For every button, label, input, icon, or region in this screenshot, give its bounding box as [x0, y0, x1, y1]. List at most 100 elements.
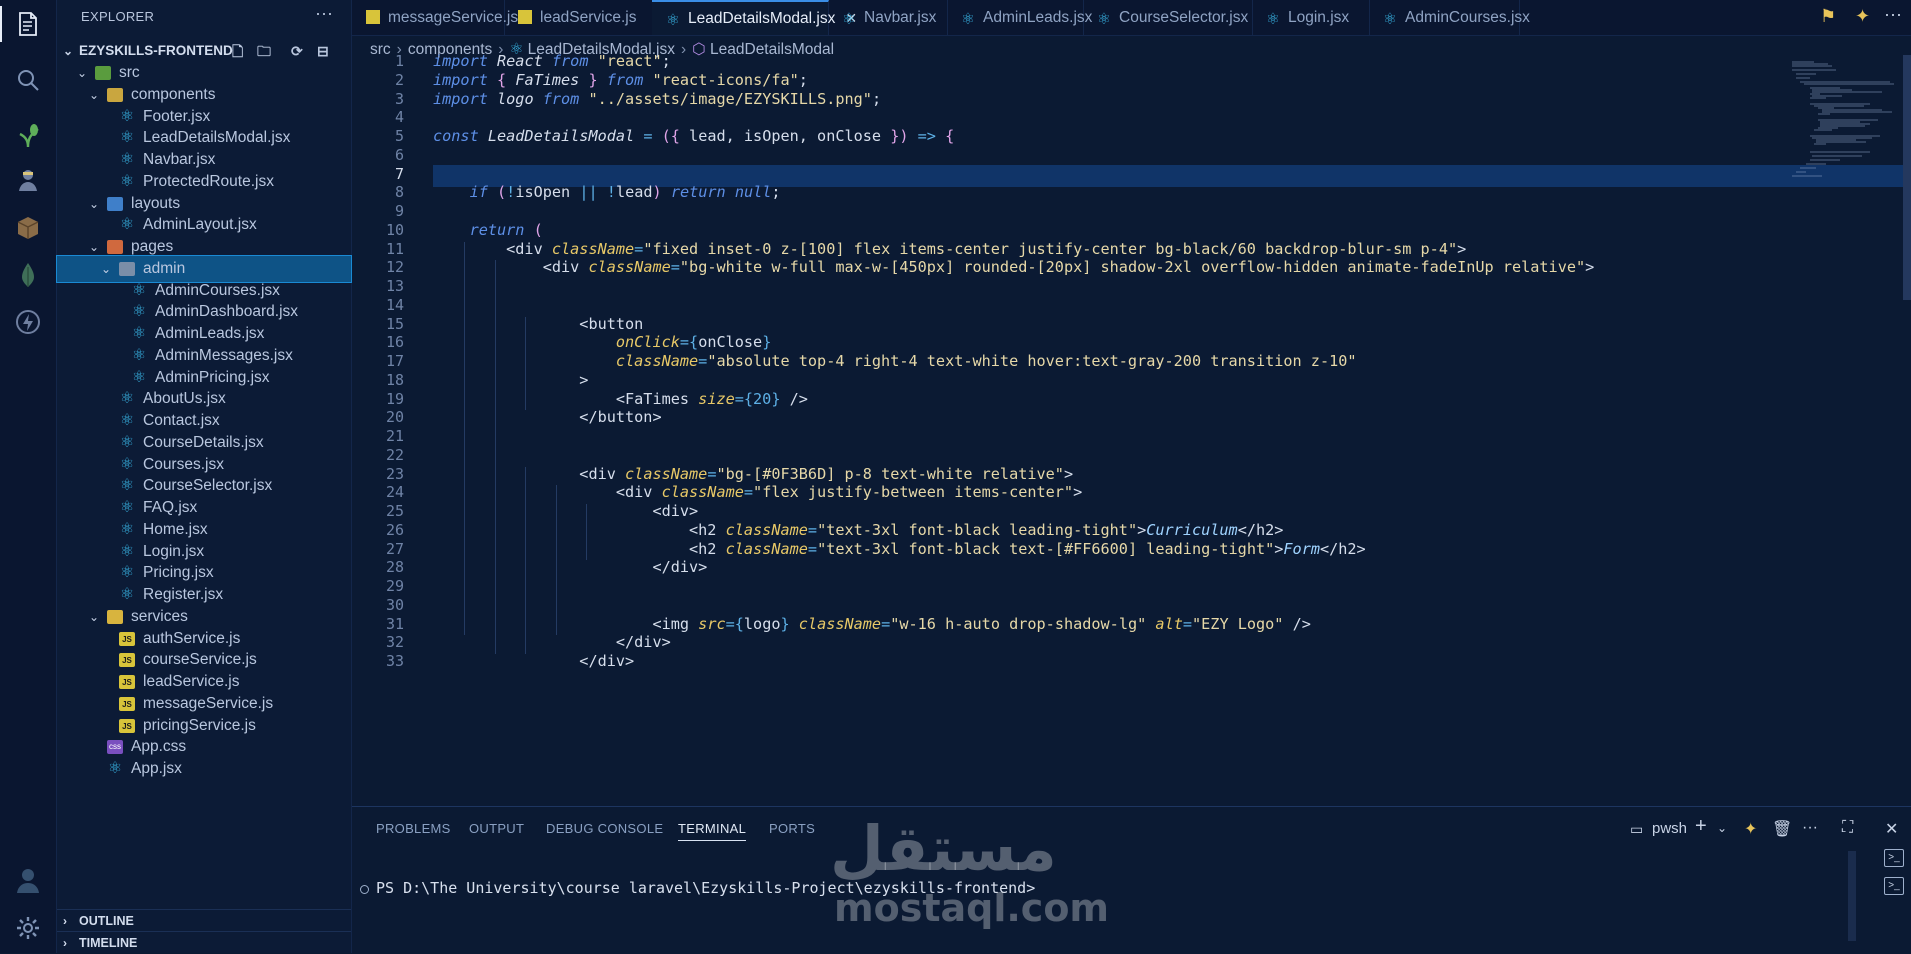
code-token: ! — [606, 183, 616, 202]
watermark-text: mostaql.com — [834, 886, 1110, 930]
line-number: 28 — [385, 558, 404, 577]
tab-terminal[interactable]: TERMINAL — [678, 821, 747, 841]
code-token: /> — [1283, 614, 1311, 633]
tab-problems[interactable]: PROBLEMS — [376, 821, 451, 836]
react-icon: ⚛ — [119, 107, 135, 125]
extensions-icon[interactable] — [8, 208, 48, 248]
code-line: <FaTimes size={20} /> — [433, 390, 808, 408]
line-number: 27 — [385, 539, 404, 558]
react-icon: ⚛ — [131, 281, 147, 299]
editor-tab[interactable]: leadService.js — [504, 0, 653, 35]
agent-icon[interactable] — [8, 160, 48, 200]
editor-tab[interactable]: ⚛ CourseSelector.jsx — [1083, 0, 1253, 35]
tab-ports[interactable]: PORTS — [769, 821, 815, 836]
code-token: lead — [615, 183, 653, 202]
folder-icon — [107, 609, 123, 624]
code-token: lead, isOpen, onClose — [689, 127, 891, 145]
react-icon: ⚛ — [666, 12, 680, 29]
editor-tab[interactable]: ⚛ LeadDetailsModal.jsx ✕ — [652, 0, 857, 35]
line-number: 12 — [385, 258, 404, 277]
code-token: size — [698, 389, 735, 408]
explorer-more-button[interactable]: ··· — [315, 3, 333, 24]
explorer-sidebar: EXPLORER ··· ⌄ EZYSKILLS-FRONTEND 🗋 🗀 ⟳ … — [56, 0, 352, 954]
outline-section[interactable]: › OUTLINE — [57, 909, 351, 932]
editor-tab[interactable]: messageService.js — [352, 0, 518, 35]
code-token: className — [625, 464, 708, 483]
search-icon[interactable] — [8, 60, 48, 100]
close-panel-icon[interactable]: ✕ — [1885, 819, 1898, 839]
react-icon: ⚛ — [119, 499, 135, 516]
copilot-icon[interactable]: ✦ — [1744, 819, 1757, 839]
account-icon[interactable] — [8, 860, 48, 900]
code-token: /> — [780, 389, 808, 408]
indent-guide — [586, 504, 587, 561]
react-icon: ⚛ — [119, 172, 135, 190]
code-line: return ( — [433, 221, 543, 239]
indent-guide — [495, 260, 496, 654]
watermark-logo: مستقل — [830, 812, 1059, 885]
explorer-icon[interactable] — [0, 4, 48, 44]
terminal-scrollbar[interactable] — [1848, 851, 1856, 941]
code-token: import — [433, 70, 488, 89]
code-token: "absolute top-4 right-4 text-white hover… — [707, 352, 1357, 370]
editor-tab[interactable]: ⚛ AdminCourses.jsx — [1369, 0, 1530, 35]
code-token: ={ — [679, 333, 699, 352]
minimap[interactable] — [1790, 60, 1900, 210]
code-token: } — [579, 70, 607, 89]
tree-file[interactable]: ⚛ App.jsx — [57, 756, 351, 782]
code-line: <div className="bg-white w-full max-w-[4… — [433, 258, 1595, 276]
more-icon[interactable]: ··· — [1802, 819, 1818, 837]
line-number: 7 — [394, 164, 404, 183]
code-token: <img — [433, 614, 699, 633]
code-token: return — [469, 220, 525, 239]
code-line: <h2 className="text-3xl font-black text-… — [433, 540, 1366, 558]
tab-debug-console[interactable]: DEBUG CONSOLE — [546, 821, 663, 836]
line-number: 29 — [385, 577, 404, 595]
activity-bar — [0, 0, 57, 953]
code-token: Curriculum — [1146, 520, 1238, 539]
shell-name[interactable]: pwsh — [1652, 820, 1687, 837]
css-icon: css — [107, 740, 123, 755]
react-icon: ⚛ — [107, 760, 123, 777]
editor-tab[interactable]: ⚛ AdminLeads.jsx — [947, 0, 1092, 35]
terminal-instance-icon[interactable]: >_ — [1884, 849, 1904, 867]
settings-gear-icon[interactable] — [8, 908, 48, 948]
editor-tab[interactable]: ⚛ Login.jsx — [1252, 0, 1370, 35]
run-icon[interactable]: ⚑ — [1820, 6, 1836, 27]
editor-tab[interactable]: ⚛ Navbar.jsx — [828, 0, 948, 35]
mongodb-icon[interactable] — [8, 255, 48, 295]
editor-more-icon[interactable]: ··· — [1884, 4, 1902, 25]
timeline-section[interactable]: › TIMELINE — [57, 931, 351, 954]
code-token: > — [433, 370, 589, 389]
trash-icon[interactable]: 🗑 — [1772, 819, 1792, 839]
editor-scrollbar[interactable] — [1903, 55, 1911, 300]
javascript-icon: JS — [119, 631, 135, 646]
code-line: className="absolute top-4 right-4 text-w… — [433, 352, 1357, 370]
code-token: className — [725, 539, 808, 558]
code-token: > — [1137, 520, 1147, 539]
indent-guide — [525, 466, 526, 654]
tab-label: LeadDetailsModal.jsx — [688, 10, 836, 27]
code-token: ={20} — [734, 389, 781, 408]
line-number: 32 — [385, 633, 404, 652]
code-line: onClick={onClose} — [433, 333, 771, 351]
javascript-icon: JS — [119, 718, 135, 733]
chevron-down-icon[interactable]: ⌄ — [1717, 821, 1727, 835]
code-token: "flex justify-between items-center" — [753, 483, 1074, 502]
code-token: React — [487, 52, 552, 70]
code-editor[interactable]: 1 2 3 4 5 6 7 8 9 10 11 12 13 14 15 16 17 18 19 20 21 22 23 24 2… — [352, 52, 1911, 807]
code-token: onClick — [615, 333, 680, 352]
code-token: className — [798, 614, 882, 633]
copilot-icon[interactable]: ✦ — [1855, 6, 1870, 27]
maximize-panel-icon[interactable]: ⛶ — [1842, 819, 1853, 837]
new-terminal-icon[interactable]: + — [1695, 815, 1707, 838]
code-token: logo — [743, 614, 781, 633]
source-control-icon[interactable] — [8, 115, 48, 155]
terminal-instance-icon[interactable]: >_ — [1884, 877, 1904, 895]
tab-output[interactable]: OUTPUT — [469, 821, 524, 836]
indent-guide — [464, 241, 465, 636]
code-token: <h2 — [433, 520, 726, 539]
react-icon: ⚛ — [119, 455, 135, 473]
line-number: 5 — [394, 127, 404, 145]
thunder-client-icon[interactable] — [8, 302, 48, 342]
